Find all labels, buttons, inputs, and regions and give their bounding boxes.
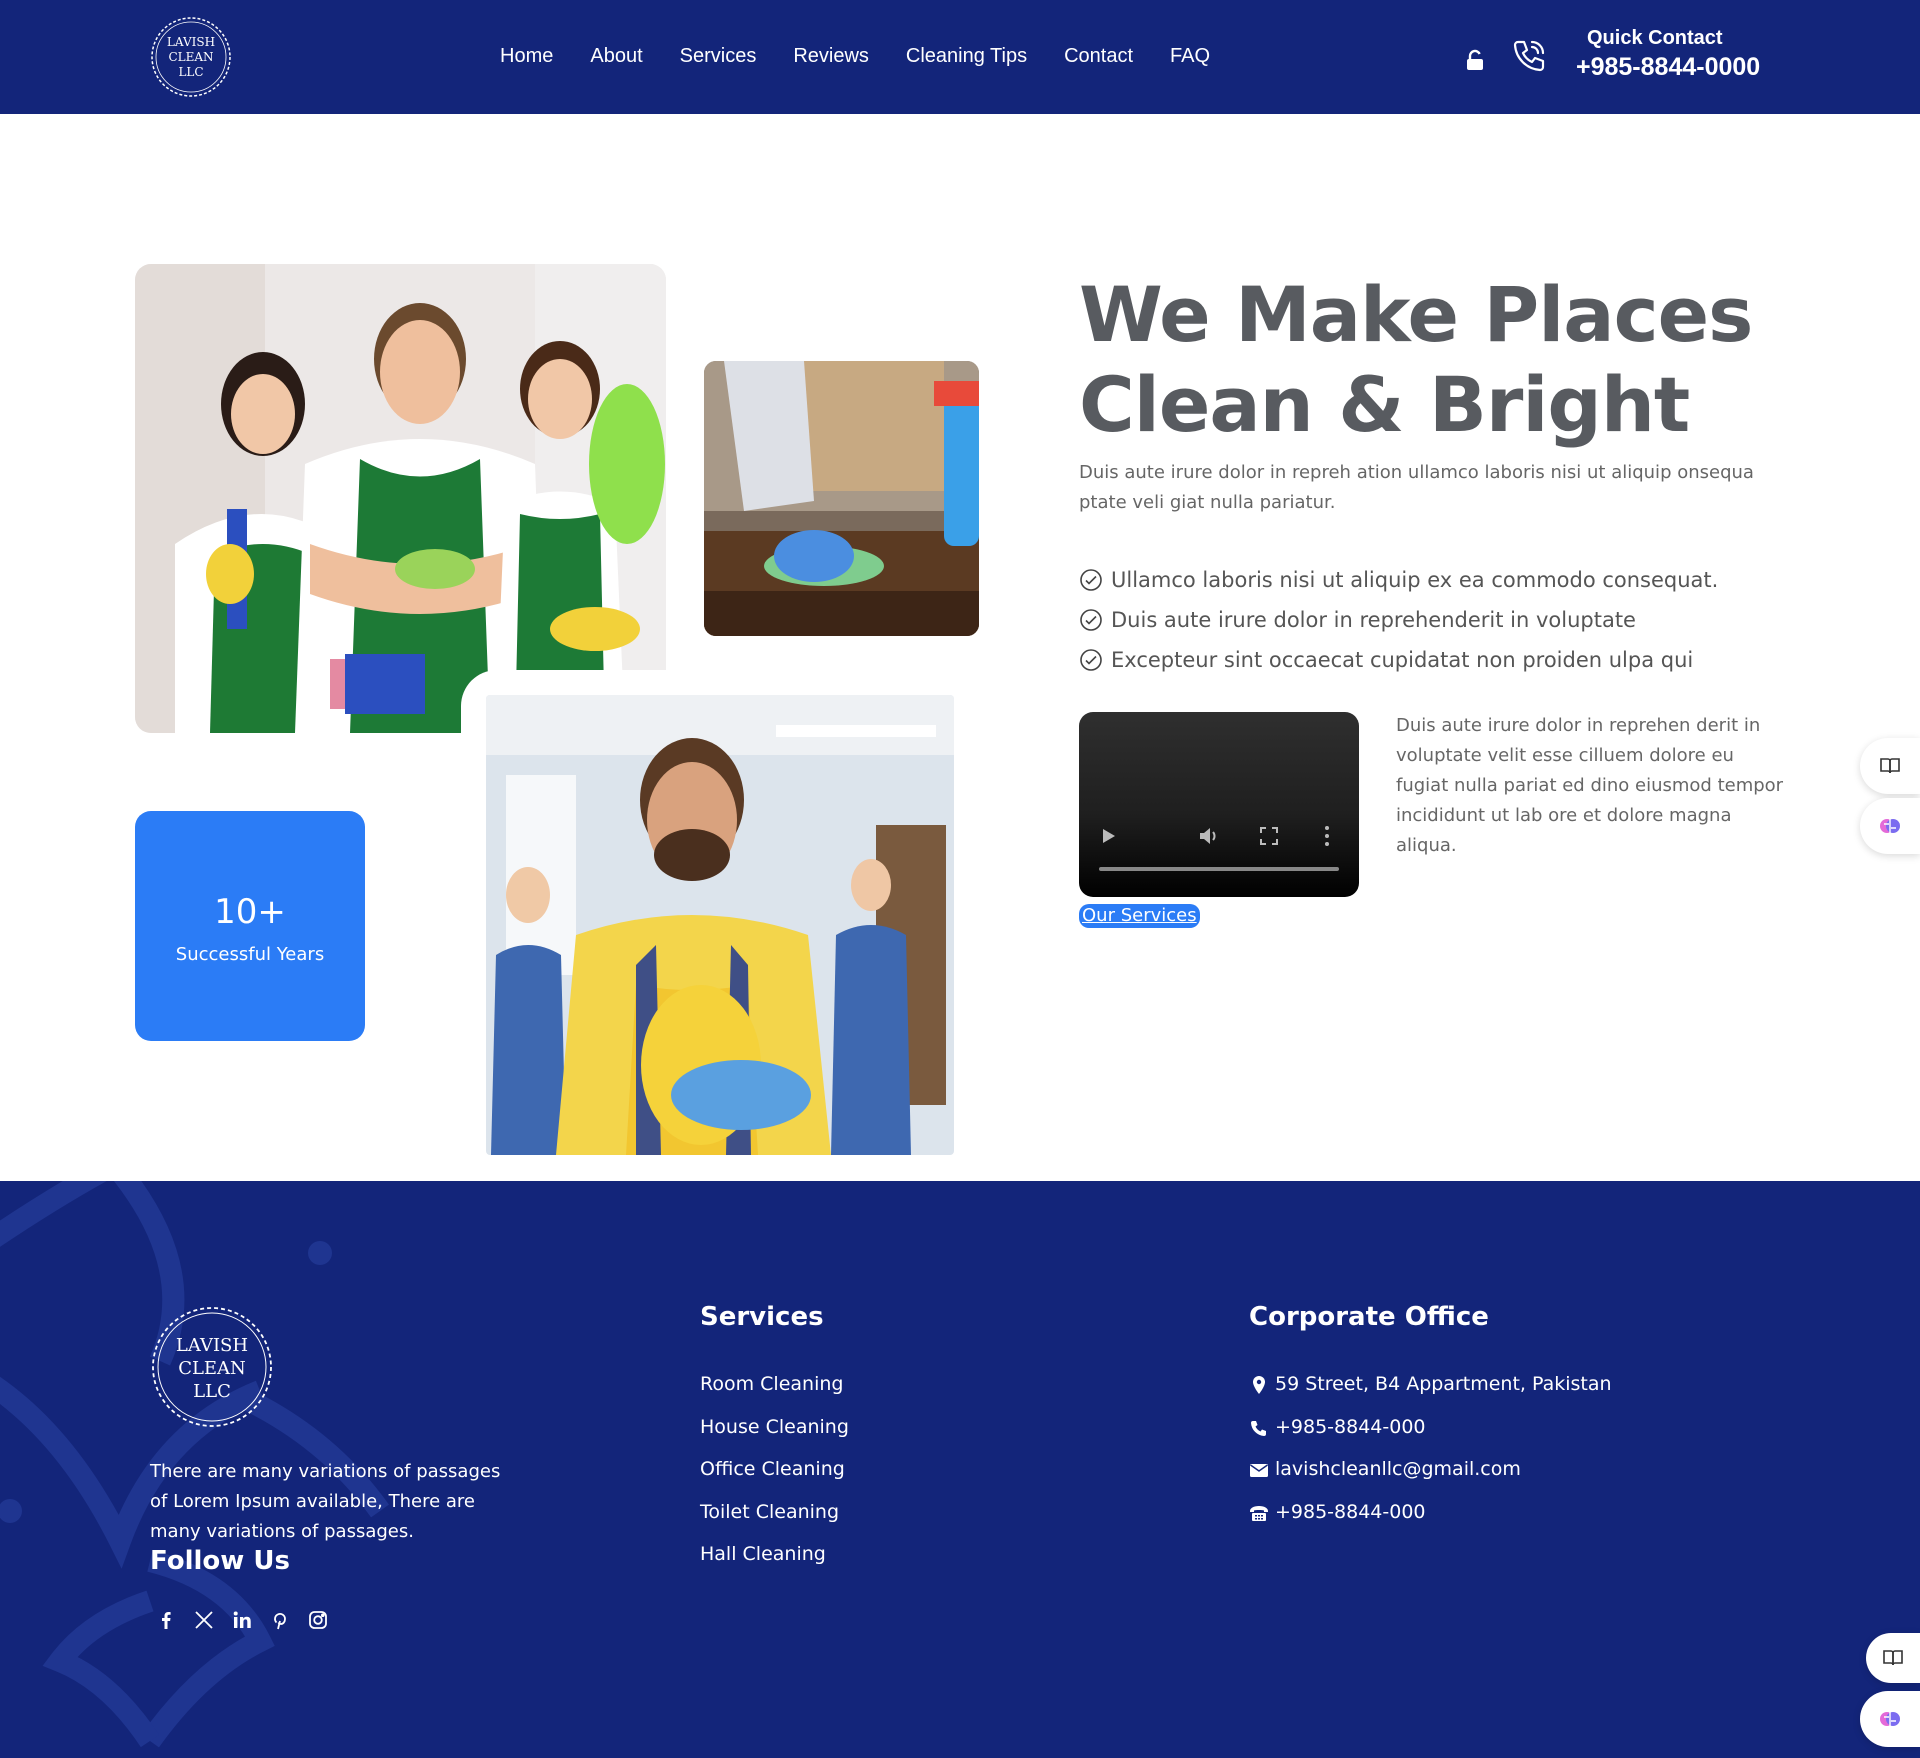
office-address-text: 59 Street, B4 Appartment, Pakistan: [1275, 1373, 1612, 1395]
our-services-button[interactable]: Our Services: [1079, 904, 1200, 928]
book-icon: [1880, 758, 1900, 774]
footer-about-text: There are many variations of passages of…: [150, 1461, 501, 1542]
check-circle-icon: [1080, 569, 1102, 591]
site-logo[interactable]: LAVISH CLEAN LLC: [149, 15, 233, 99]
main-nav: Home About Services Reviews Cleaning Tip…: [500, 44, 1247, 68]
check-circle-icon: [1080, 649, 1102, 671]
feature-checklist: Ullamco laboris nisi ut aliquip ex ea co…: [1079, 560, 1718, 680]
brain-icon: [1880, 1712, 1900, 1726]
smiling-cleaner-photo: [486, 695, 954, 1155]
checklist-item: Excepteur sint occaecat cupidatat non pr…: [1079, 640, 1718, 680]
service-link-room-cleaning[interactable]: Room Cleaning: [700, 1373, 849, 1416]
nav-cleaning-tips[interactable]: Cleaning Tips: [906, 44, 1027, 68]
location-pin-icon: [1249, 1375, 1269, 1395]
cleaning-table-photo: [704, 361, 979, 636]
facebook-icon[interactable]: [155, 1609, 177, 1631]
stat-number: 10+: [214, 892, 286, 932]
service-link-toilet-cleaning[interactable]: Toilet Cleaning: [700, 1501, 849, 1544]
office-address: 59 Street, B4 Appartment, Pakistan: [1249, 1373, 1612, 1416]
lock-icon[interactable]: [1465, 49, 1485, 71]
nav-about[interactable]: About: [590, 44, 642, 68]
instagram-icon[interactable]: [307, 1609, 329, 1631]
checklist-item: Ullamco laboris nisi ut aliquip ex ea co…: [1079, 560, 1718, 600]
video-description: Duis aute irure dolor in reprehen derit …: [1396, 715, 1784, 856]
volume-icon[interactable]: [1198, 825, 1220, 847]
nav-home[interactable]: Home: [500, 44, 553, 68]
footer-logo-word-1: LAVISH: [176, 1335, 248, 1356]
book-icon: [1883, 1650, 1903, 1666]
service-link-hall-cleaning[interactable]: Hall Cleaning: [700, 1543, 849, 1586]
hero-title-line-2: Clean & Bright: [1079, 360, 1690, 449]
office-email[interactable]: lavishcleanllc@gmail.com: [1249, 1458, 1612, 1501]
ai-assistant-button-footer[interactable]: [1860, 1691, 1920, 1747]
corporate-office-title: Corporate Office: [1249, 1302, 1489, 1332]
nav-contact[interactable]: Contact: [1064, 44, 1133, 68]
quick-contact-phone[interactable]: +985-8844-0000: [1576, 53, 1760, 82]
office-phone[interactable]: +985-8844-000: [1249, 1416, 1612, 1459]
hero-title-line-1: We Make Places: [1079, 270, 1753, 359]
logo-word-1: LAVISH: [167, 35, 215, 49]
office-fax-text[interactable]: +985-8844-000: [1275, 1501, 1426, 1523]
nav-reviews[interactable]: Reviews: [793, 44, 869, 68]
reader-mode-button-footer[interactable]: [1866, 1633, 1920, 1683]
checklist-text: Duis aute irure dolor in reprehenderit i…: [1111, 608, 1636, 632]
ai-assistant-button[interactable]: [1860, 798, 1920, 854]
video-progress-bar[interactable]: [1099, 867, 1339, 871]
pinterest-icon[interactable]: [269, 1609, 291, 1631]
logo-word-3: LLC: [178, 65, 203, 79]
social-links: [155, 1609, 329, 1631]
office-contact-list: 59 Street, B4 Appartment, Pakistan +985-…: [1249, 1373, 1612, 1543]
nav-faq[interactable]: FAQ: [1170, 44, 1210, 68]
check-circle-icon: [1080, 609, 1102, 631]
fullscreen-icon[interactable]: [1260, 827, 1278, 845]
stat-label: Successful Years: [175, 944, 325, 965]
team-photo: [135, 264, 666, 733]
stat-card: 10+ Successful Years: [135, 811, 365, 1041]
brain-icon: [1880, 819, 1900, 833]
linkedin-icon[interactable]: [231, 1609, 253, 1631]
services-title: Services: [700, 1302, 824, 1332]
office-email-text[interactable]: lavishcleanllc@gmail.com: [1275, 1458, 1521, 1480]
office-phone-text[interactable]: +985-8844-000: [1275, 1416, 1426, 1438]
checklist-text: Excepteur sint occaecat cupidatat non pr…: [1111, 648, 1694, 672]
footer-logo-word-2: CLEAN: [178, 1358, 246, 1379]
site-header: LAVISH CLEAN LLC Home About Services Rev…: [0, 0, 1920, 114]
reader-mode-button[interactable]: [1860, 738, 1920, 794]
envelope-icon: [1249, 1460, 1269, 1480]
video-player[interactable]: [1079, 712, 1359, 897]
more-options-icon[interactable]: [1324, 825, 1330, 847]
x-icon[interactable]: [193, 1609, 215, 1631]
hero-title: We Make Places Clean & Bright: [1079, 270, 1799, 450]
office-fax[interactable]: +985-8844-000: [1249, 1501, 1612, 1544]
quick-contact-label: Quick Contact: [1587, 27, 1723, 49]
service-link-office-cleaning[interactable]: Office Cleaning: [700, 1458, 849, 1501]
hero-subtitle: Duis aute irure dolor in repreh ation ul…: [1079, 462, 1754, 513]
play-icon[interactable]: [1103, 829, 1115, 843]
footer-logo[interactable]: LAVISH CLEAN LLC: [150, 1305, 274, 1429]
fax-icon: [1249, 1503, 1269, 1523]
service-link-house-cleaning[interactable]: House Cleaning: [700, 1416, 849, 1459]
follow-us-title: Follow Us: [150, 1546, 290, 1576]
phone-icon: [1249, 1418, 1269, 1438]
checklist-item: Duis aute irure dolor in reprehenderit i…: [1079, 600, 1718, 640]
logo-word-2: CLEAN: [168, 50, 213, 64]
nav-services[interactable]: Services: [680, 44, 757, 68]
checklist-text: Ullamco laboris nisi ut aliquip ex ea co…: [1111, 568, 1719, 592]
services-list: Room Cleaning House Cleaning Office Clea…: [700, 1373, 849, 1586]
site-footer: LAVISH CLEAN LLC There are many variatio…: [0, 1181, 1920, 1758]
footer-logo-word-3: LLC: [193, 1381, 231, 1402]
phone-call-icon[interactable]: [1510, 37, 1548, 75]
